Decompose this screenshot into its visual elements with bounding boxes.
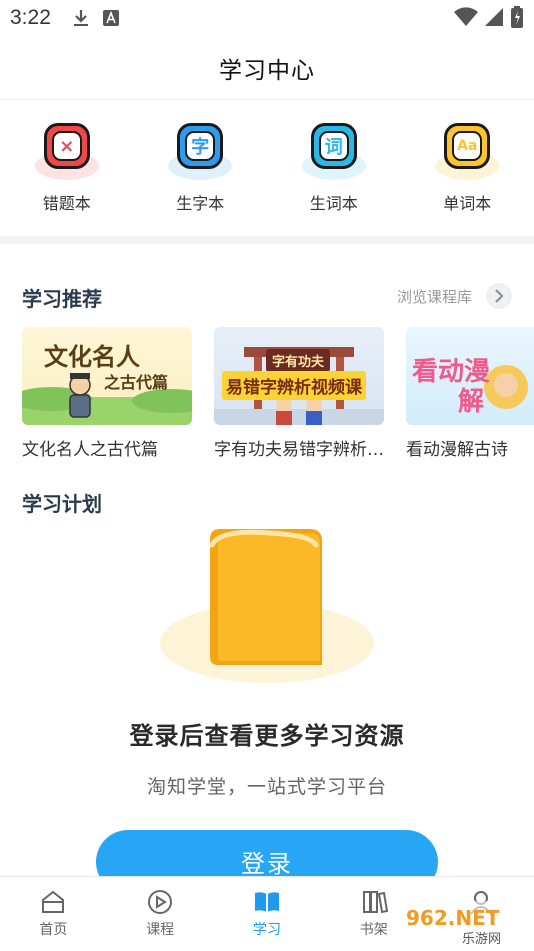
plan-title: 学习计划 (22, 492, 102, 516)
course-name: 字有功夫易错字辨析视频课 (214, 440, 384, 460)
status-bar: 3:22 (0, 0, 534, 36)
section-divider (0, 236, 534, 244)
new-characters-icon: 字 (177, 123, 224, 169)
status-time: 3:22 (10, 6, 51, 29)
bookshelf-icon (359, 887, 389, 917)
tool-glyph: × (51, 131, 82, 161)
browse-course-library-link[interactable]: 浏览课程库 (397, 283, 512, 309)
download-icon (71, 8, 91, 28)
course-card[interactable]: 文化名人 之古代篇 文化名人之古代篇 (22, 327, 192, 467)
empty-book-illustration (160, 525, 374, 685)
svg-text:962.NET: 962.NET (406, 906, 500, 930)
tool-icon-wrap: 字 (168, 120, 233, 180)
tool-label: 生词本 (309, 194, 358, 213)
font-a-icon (101, 8, 121, 28)
tool-label: 单词本 (443, 194, 492, 213)
thumb-subtitle: 之古代篇 (104, 373, 169, 392)
thumb-subtitle: 解 (458, 387, 485, 417)
course-name: 文化名人之古代篇 (22, 440, 158, 460)
empty-state-title: 登录后查看更多学习资源 (129, 722, 405, 750)
page-header: 学习中心 (0, 36, 534, 100)
tool-new-characters[interactable]: 字生字本 (134, 100, 268, 236)
nav-label: 学习 (252, 922, 281, 938)
nav-label: 课程 (146, 922, 175, 938)
signal-icon (484, 7, 504, 32)
course-name: 看动漫解古诗 (406, 440, 508, 460)
tool-glyph: Aa (452, 131, 483, 161)
course-card[interactable]: 字有功夫 易错字辨析视频课 字有功夫易错字辨析视频课 (214, 327, 384, 467)
thumb-title: 字有功夫 (266, 349, 331, 372)
quick-tools: × 错题本字生字本词生词本 Aa 单词本 (0, 100, 534, 236)
course-thumbnail: 文化名人 之古代篇 (22, 327, 192, 425)
empty-state-subtitle: 淘知学堂，一站式学习平台 (146, 776, 387, 798)
tool-vocabulary[interactable]: Aa 单词本 (401, 100, 534, 236)
course-card[interactable]: 看动漫 解 看动漫解古诗 (406, 327, 534, 467)
tool-label: 错题本 (42, 194, 91, 213)
course-play-icon (145, 887, 175, 917)
nav-course[interactable]: 课程 (107, 877, 214, 951)
tool-icon-wrap: × (34, 120, 99, 180)
tool-icon-wrap: Aa (435, 120, 500, 180)
chevron-right-icon (486, 283, 512, 309)
thumb-subtitle: 易错字辨析视频课 (222, 371, 366, 400)
course-list: 文化名人 之古代篇 文化名人之古代篇 字有功夫 易错字辨析视频课 字有功夫易错字… (22, 327, 534, 467)
tool-glyph: 字 (185, 131, 216, 161)
course-thumbnail: 字有功夫 易错字辨析视频课 (214, 327, 384, 425)
page-title: 学习中心 (219, 57, 315, 84)
svg-text:乐游网: 乐游网 (462, 932, 501, 947)
nav-label: 首页 (39, 922, 68, 938)
nav-study[interactable]: 学习 (214, 877, 321, 951)
new-words-icon: 词 (310, 123, 357, 169)
vocabulary-icon: Aa (444, 123, 491, 169)
tool-icon-wrap: 词 (301, 120, 366, 180)
watermark-logo: 962.NET 乐游网 (400, 901, 528, 947)
tool-glyph: 词 (318, 131, 349, 161)
study-book-icon (252, 887, 282, 917)
battery-icon (510, 6, 524, 33)
tool-wrong-questions[interactable]: × 错题本 (0, 100, 134, 236)
wifi-icon (454, 7, 478, 32)
nav-label: 书架 (359, 922, 388, 938)
tool-new-words[interactable]: 词生词本 (267, 100, 401, 236)
nav-home[interactable]: 首页 (0, 877, 107, 951)
course-thumbnail: 看动漫 解 (406, 327, 534, 425)
browse-label: 浏览课程库 (396, 287, 472, 306)
home-icon (38, 887, 68, 917)
thumb-title: 文化名人 (44, 343, 140, 371)
tool-label: 生字本 (176, 194, 225, 213)
recommend-title: 学习推荐 (22, 287, 102, 311)
wrong-questions-icon: × (43, 123, 90, 169)
